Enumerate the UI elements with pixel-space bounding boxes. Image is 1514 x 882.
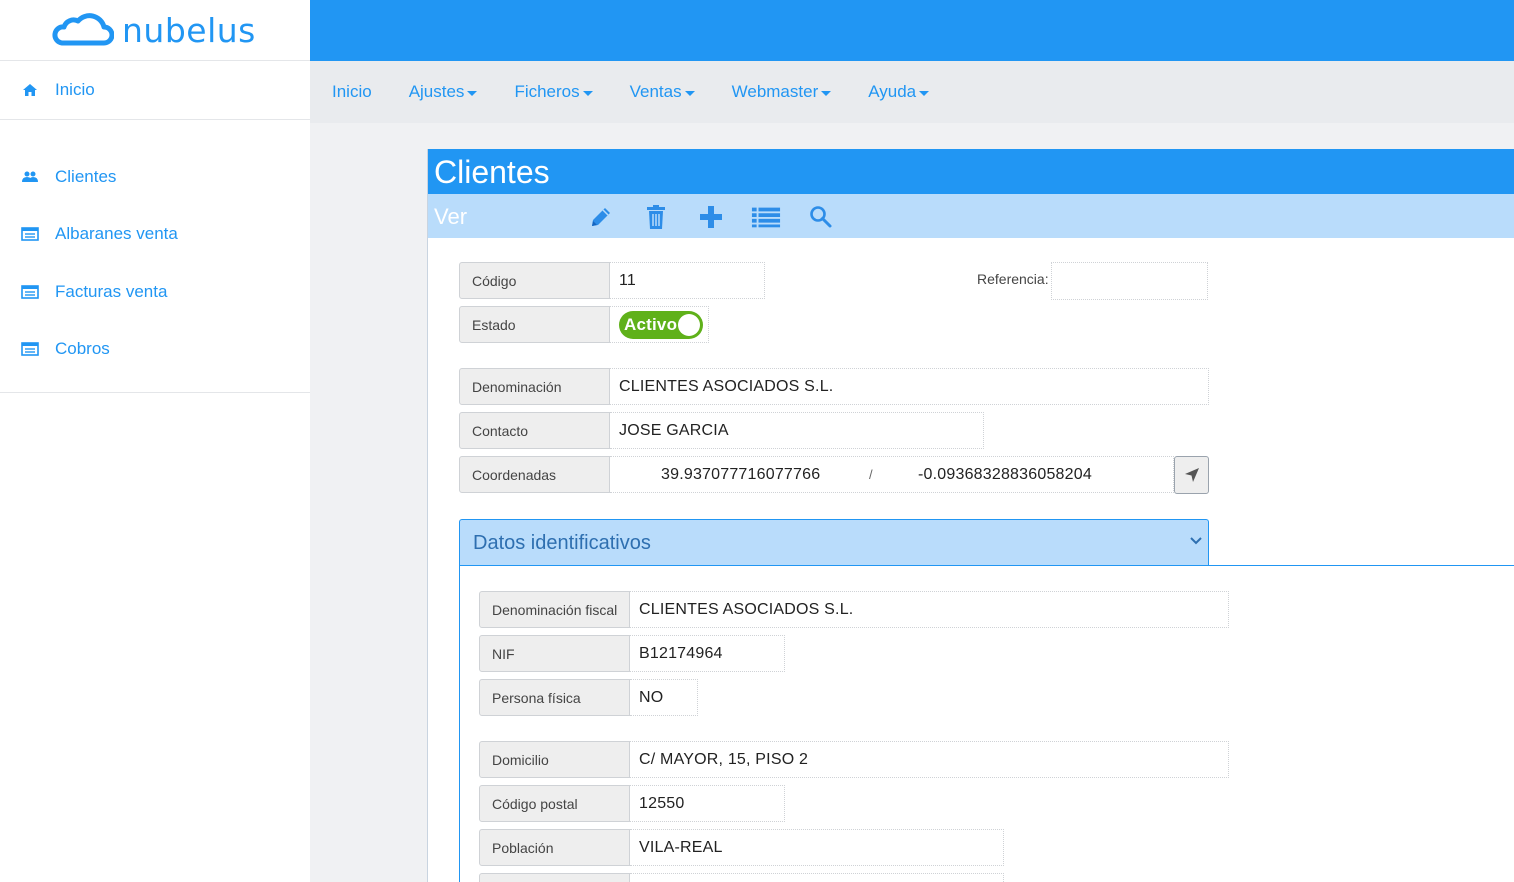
field-coordenadas: Coordenadas 39.937077716077766 / -0.0936… [459, 456, 1174, 493]
nav-item-label: Webmaster [731, 82, 819, 101]
brand-name: nubelus [122, 10, 256, 50]
toggle-knob [678, 313, 700, 336]
toggle-label: Activo [624, 314, 678, 334]
next-field-input[interactable] [630, 873, 1004, 882]
caret-down-icon [821, 90, 832, 96]
caret-down-icon [467, 90, 478, 96]
nav-item-ajustes[interactable]: Ajustes [409, 82, 478, 102]
contacto-input[interactable]: JOSE GARCIA [610, 412, 984, 449]
caret-down-icon [919, 90, 930, 96]
field-label: Código postal [479, 785, 630, 822]
edit-pencil-icon[interactable] [586, 203, 616, 231]
field-label: Persona física [479, 679, 630, 716]
denominacion-input[interactable]: CLIENTES ASOCIADOS S.L. [610, 368, 1209, 405]
sidebar-item-inicio[interactable]: Inicio [0, 61, 310, 120]
nav-item-label: Ajustes [408, 82, 465, 101]
field-label: Domicilio [479, 741, 630, 778]
caret-down-icon [684, 90, 695, 96]
domicilio-input[interactable]: C/ MAYOR, 15, PISO 2 [630, 741, 1229, 778]
sidebar-item-clientes[interactable]: Clientes [0, 148, 310, 206]
field-codigo: Código 11 [459, 262, 765, 299]
nif-input[interactable]: B12174964 [630, 635, 785, 672]
field-denominacion-fiscal: Denominación fiscal CLIENTES ASOCIADOS S… [479, 591, 1229, 628]
list-card-icon [20, 341, 40, 357]
mode-label: Ver [434, 204, 468, 229]
list-card-icon [20, 226, 40, 242]
list-card-icon [20, 284, 40, 300]
section-datos-identificativos-header[interactable]: Datos identificativos [459, 519, 1209, 566]
persona-fisica-select[interactable]: NO [630, 679, 698, 716]
field-codigo-postal: Código postal 12550 [479, 785, 785, 822]
section-title: Datos identificativos [473, 531, 651, 554]
field-denominacion: Denominación CLIENTES ASOCIADOS S.L. [459, 368, 1209, 405]
sidebar-item-label: Inicio [55, 80, 95, 99]
cloud-logo-icon [52, 13, 114, 46]
nav-item-label: Ficheros [514, 82, 580, 101]
field-label: Denominación fiscal [479, 591, 630, 628]
search-icon[interactable] [806, 203, 836, 231]
codigo-postal-input[interactable]: 12550 [630, 785, 785, 822]
sidebar-menu: Clientes Albaranes venta Facturas venta … [0, 120, 310, 393]
sidebar-item-label: Facturas venta [55, 281, 168, 301]
sidebar-item-label: Clientes [55, 166, 117, 186]
users-icon [20, 169, 40, 185]
nav-item-inicio[interactable]: Inicio [332, 82, 372, 102]
field-domicilio: Domicilio C/ MAYOR, 15, PISO 2 [479, 741, 1229, 778]
home-icon [20, 82, 40, 98]
field-label: NIF [479, 635, 630, 672]
longitude-input[interactable]: -0.09368328836058204 [918, 466, 1092, 484]
field-label: Estado [459, 306, 610, 343]
field-persona-fisica: Persona física NO [479, 679, 698, 716]
nav-item-label: Ventas [629, 82, 682, 101]
field-label: Código [459, 262, 610, 299]
field-label [479, 873, 630, 882]
page-title: Clientes [428, 149, 1514, 194]
sidebar-item-albaranes-venta[interactable]: Albaranes venta [0, 206, 310, 264]
referencia-input[interactable] [1051, 262, 1208, 300]
caret-down-icon [582, 90, 593, 96]
field-nif: NIF B12174964 [479, 635, 785, 672]
nav-item-ayuda[interactable]: Ayuda [868, 82, 930, 102]
field-label: Población [479, 829, 630, 866]
field-poblacion: Población VILA-REAL [479, 829, 1004, 866]
chevron-down-icon [1190, 537, 1202, 545]
field-next-partial [479, 873, 1004, 882]
nav-item-webmaster[interactable]: Webmaster [732, 82, 832, 102]
poblacion-input[interactable]: VILA-REAL [630, 829, 1004, 866]
denominacion-fiscal-input[interactable]: CLIENTES ASOCIADOS S.L. [630, 591, 1229, 628]
referencia-label: Referencia: [977, 271, 1049, 287]
estado-toggle[interactable]: Activo [619, 310, 703, 339]
coord-separator: / [869, 467, 873, 482]
main-nav: Inicio Ajustes Ficheros Ventas Webmaster… [310, 61, 1514, 123]
location-arrow-icon [1184, 468, 1199, 482]
sidebar: nubelus Inicio Clientes Albaranes venta … [0, 0, 310, 882]
sidebar-item-facturas-venta[interactable]: Facturas venta [0, 263, 310, 321]
sidebar-item-label: Cobros [55, 339, 110, 359]
nav-item-label: Ayuda [868, 82, 917, 101]
trash-icon[interactable] [641, 203, 671, 231]
field-label: Coordenadas [459, 456, 610, 493]
coordenadas-value: 39.937077716077766 / -0.0936832883605820… [610, 456, 1174, 493]
list-icon[interactable] [751, 203, 781, 231]
field-contacto: Contacto JOSE GARCIA [459, 412, 984, 449]
field-label: Contacto [459, 412, 610, 449]
logo[interactable]: nubelus [0, 0, 310, 61]
codigo-input[interactable]: 11 [610, 262, 765, 299]
sidebar-item-cobros[interactable]: Cobros [0, 321, 310, 379]
nav-item-label: Inicio [332, 82, 372, 101]
estado-value: Activo [610, 306, 709, 343]
field-estado: Estado Activo [459, 306, 709, 343]
plus-icon[interactable] [696, 203, 726, 231]
field-label: Denominación [459, 368, 610, 405]
top-header-bar [310, 0, 1514, 61]
locate-button[interactable] [1174, 456, 1209, 494]
record-toolbar: Ver [428, 194, 1514, 238]
nav-item-ficheros[interactable]: Ficheros [514, 82, 593, 102]
sidebar-item-label: Albaranes venta [55, 224, 178, 244]
nav-item-ventas[interactable]: Ventas [630, 82, 695, 102]
latitude-input[interactable]: 39.937077716077766 [661, 466, 820, 484]
